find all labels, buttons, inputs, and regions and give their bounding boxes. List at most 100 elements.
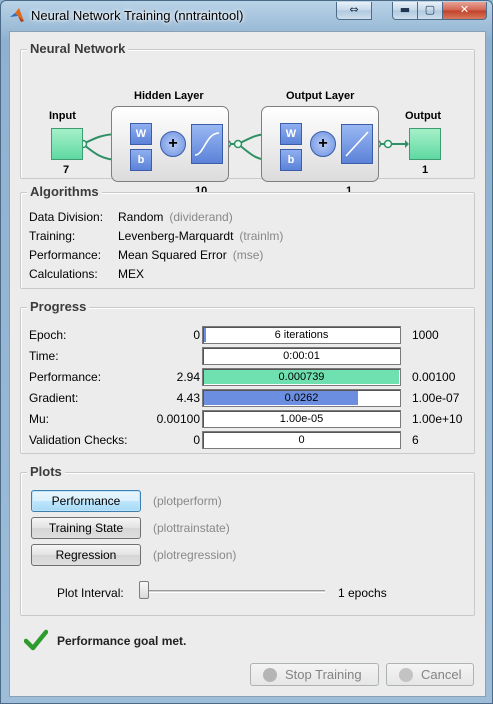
algorithms-panel: Algorithms Data Division: Random (divider… <box>20 184 475 289</box>
matlab-logo-icon <box>10 8 24 22</box>
plot-interval-slider-track[interactable] <box>139 590 325 593</box>
progress-current: 6 iterations <box>274 329 329 341</box>
plotregression-fn: (plotregression) <box>153 548 237 562</box>
plotperform-fn: (plotperform) <box>153 494 222 508</box>
progress-title: Progress <box>27 299 90 314</box>
plot-interval-slider-thumb[interactable] <box>139 581 149 599</box>
progress-end: 1.00e+10 <box>412 412 463 426</box>
output-sum-icon: + <box>310 131 336 157</box>
output-node <box>409 128 441 160</box>
progress-bar: 0.0262 <box>202 389 401 407</box>
progress-current: 1.00e-05 <box>279 413 324 425</box>
progress-start: 0 <box>193 433 200 447</box>
cancel-icon <box>399 668 413 682</box>
plots-panel: Plots Performance (plotperform) Training… <box>20 464 475 616</box>
output-layer-box: W b + <box>261 106 379 182</box>
algo-key: Calculations: <box>29 267 98 281</box>
hidden-weight-icon: W <box>130 123 152 145</box>
algo-value: Random (dividerand) <box>118 210 233 224</box>
input-node <box>51 128 83 160</box>
window-title: Neural Network Training (nntraintool) <box>31 8 244 23</box>
close-icon[interactable]: ✕ <box>442 2 487 20</box>
hidden-bias-icon: b <box>130 149 152 171</box>
progress-start: 4.43 <box>176 391 200 405</box>
progress-end: 6 <box>412 433 419 447</box>
regression-plot-button[interactable]: Regression <box>31 544 141 566</box>
algo-fn: (dividerand) <box>169 210 233 224</box>
progress-row-mu: Mu: 0.00100 1.00e-05 1.00e+10 <box>21 409 476 429</box>
progress-current: 0 <box>298 434 305 446</box>
status-message: Performance goal met. <box>57 634 187 648</box>
cancel-button[interactable]: Cancel <box>386 663 474 686</box>
app-window: Neural Network Training (nntraintool) ⇔ … <box>0 0 493 704</box>
stop-training-button[interactable]: Stop Training <box>250 663 379 686</box>
output-bias-icon: b <box>280 149 302 171</box>
progress-label: Mu: <box>29 412 50 426</box>
progress-panel: Progress Epoch: 0 6 iterations 1000 Time: 0:0… <box>20 299 476 454</box>
progress-label: Time: <box>29 349 59 363</box>
title-bar[interactable]: Neural Network Training (nntraintool) ⇔ … <box>1 1 492 30</box>
stop-icon <box>263 668 277 682</box>
minimize-icon[interactable]: ▬ <box>392 2 418 20</box>
progress-label: Epoch: <box>29 328 67 342</box>
cancel-label: Cancel <box>421 667 462 682</box>
progress-bar: 0 <box>202 431 401 449</box>
output-layer-label: Output Layer <box>286 90 355 102</box>
algo-value: Levenberg-Marquardt (trainlm) <box>118 229 283 243</box>
stop-training-label: Stop Training <box>285 667 362 682</box>
input-size: 7 <box>63 164 70 176</box>
hidden-layer-label: Hidden Layer <box>134 90 204 102</box>
performance-plot-button[interactable]: Performance <box>31 490 141 512</box>
neural-network-panel: Neural Network Input 7 Hidden Layer W b … <box>20 41 475 197</box>
progress-row-validation-checks: Validation Checks: 0 0 6 <box>21 430 476 450</box>
algo-value: MEX <box>118 267 150 281</box>
training-state-plot-button[interactable]: Training State <box>31 517 141 539</box>
progress-label: Gradient: <box>29 391 79 405</box>
progress-start: 2.94 <box>176 370 200 384</box>
progress-bar: 0.000739 <box>202 368 401 386</box>
plot-interval-value: 1 epochs <box>338 586 387 600</box>
progress-start: 0.00100 <box>156 412 200 426</box>
output-label: Output <box>405 110 442 122</box>
client-area: Neural Network Input 7 Hidden Layer W b … <box>9 31 486 697</box>
algo-value-text: Mean Squared Error <box>118 248 227 262</box>
plottrainstate-fn: (plottrainstate) <box>153 521 230 535</box>
progress-bar: 0:00:01 <box>202 347 401 365</box>
output-size: 1 <box>422 164 429 176</box>
algo-value-text: MEX <box>118 267 145 281</box>
progress-row-gradient: Gradient: 4.43 0.0262 1.00e-07 <box>21 388 476 408</box>
progress-row-performance: Performance: 2.94 0.000739 0.00100 <box>21 367 476 387</box>
progress-end: 0.00100 <box>412 370 456 384</box>
progress-start: 0 <box>193 328 200 342</box>
progress-current: 0.0262 <box>284 392 319 404</box>
restore-icon[interactable]: ⇔ <box>336 2 372 20</box>
progress-row-epoch: Epoch: 0 6 iterations 1000 <box>21 325 476 345</box>
progress-label: Performance: <box>29 370 102 384</box>
hidden-layer-box: W b + <box>111 106 229 182</box>
checkmark-icon <box>24 629 48 651</box>
progress-current: 0.000739 <box>278 371 325 383</box>
purelin-icon <box>341 124 373 164</box>
maximize-icon[interactable]: ▢ <box>417 2 443 20</box>
algo-fn: (mse) <box>232 248 264 262</box>
algorithms-title: Algorithms <box>27 184 102 199</box>
network-diagram: Input 7 Hidden Layer W b + 10 Output Lay… <box>33 78 463 197</box>
progress-bar: 1.00e-05 <box>202 410 401 428</box>
algo-key: Data Division: <box>29 210 104 224</box>
progress-row-time: Time: 0:00:01 <box>21 346 476 366</box>
network-connections <box>78 130 409 161</box>
hidden-sum-icon: + <box>160 131 186 157</box>
plots-title: Plots <box>27 464 65 479</box>
input-label: Input <box>49 110 76 122</box>
tansig-icon <box>191 124 223 164</box>
progress-end: 1.00e-07 <box>412 391 460 405</box>
output-weight-icon: W <box>280 123 302 145</box>
algo-value-text: Random <box>118 210 164 224</box>
progress-end: 1000 <box>412 328 439 342</box>
algo-key: Performance: <box>29 248 102 262</box>
algo-value: Mean Squared Error (mse) <box>118 248 263 262</box>
algo-key: Training: <box>29 229 76 243</box>
progress-current: 0:00:01 <box>283 350 320 362</box>
neural-network-title: Neural Network <box>27 41 129 56</box>
plot-interval-label: Plot Interval: <box>57 586 124 600</box>
